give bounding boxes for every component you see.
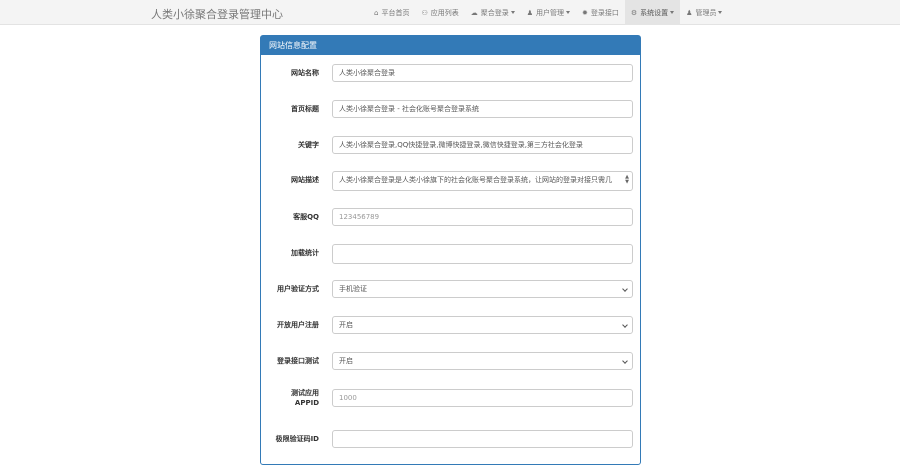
captcha-id-label: 极限验证码ID	[275, 435, 319, 443]
test-appid-input[interactable]: 1000	[332, 389, 633, 407]
chevron-down-icon	[622, 358, 628, 364]
test-appid-label-line1: 测试应用	[291, 389, 319, 397]
form-row-site-name: 网站名称 人类小徐聚合登录	[261, 64, 642, 82]
group-icon: ⚇	[421, 8, 428, 17]
stats-code-textarea[interactable]	[332, 244, 633, 264]
verify-method-label: 用户验证方式	[277, 285, 319, 293]
chevron-down-icon	[622, 322, 628, 328]
form-row-api-test: 登录接口测试 开启	[261, 352, 642, 370]
gear-icon: ✹	[582, 8, 588, 17]
qq-label: 客服QQ	[293, 213, 319, 221]
nav-item-app-list[interactable]: ⚇ 应用列表	[415, 0, 464, 25]
nav-item-login-api[interactable]: ✹ 登录接口	[576, 0, 625, 25]
site-config-panel: 网站信息配置 网站名称 人类小徐聚合登录 首页标题 人类小徐聚合登录 - 社会化…	[260, 35, 641, 465]
form-row-verify-method: 用户验证方式 手机验证	[261, 280, 642, 298]
cloud-icon: ☁	[470, 8, 478, 17]
form-row-qq: 客服QQ 123456789	[261, 208, 642, 226]
nav-item-label: 登录接口	[590, 8, 619, 17]
caret-down-icon	[510, 11, 515, 14]
open-register-select[interactable]: 开启	[332, 316, 633, 334]
api-test-value: 开启	[339, 357, 353, 365]
keywords-label: 关键字	[298, 141, 319, 149]
caret-down-icon	[670, 11, 675, 14]
user-icon: ♟	[686, 8, 693, 17]
description-label: 网站描述	[291, 176, 319, 184]
stats-code-label: 加载统计	[291, 249, 319, 257]
panel-title: 网站信息配置	[261, 36, 640, 55]
nav-item-label: 平台首页	[381, 8, 410, 17]
nav-item-label: 系统设置	[640, 8, 669, 17]
open-register-label: 开放用户注册	[277, 321, 319, 329]
nav-item-home[interactable]: ⌂ 平台首页	[368, 0, 415, 25]
site-name-input[interactable]: 人类小徐聚合登录	[332, 64, 633, 82]
api-test-label: 登录接口测试	[277, 357, 319, 365]
form-row-open-register: 开放用户注册 开启	[261, 316, 642, 334]
nav-item-aggregate-login[interactable]: ☁ 聚合登录	[465, 0, 521, 25]
nav-item-label: 管理员	[695, 8, 717, 17]
verify-method-value: 手机验证	[339, 285, 367, 293]
qq-input[interactable]: 123456789	[332, 208, 633, 226]
open-register-value: 开启	[339, 321, 353, 329]
api-test-select[interactable]: 开启	[332, 352, 633, 370]
home-title-input[interactable]: 人类小徐聚合登录 - 社会化账号聚合登录系统	[332, 100, 633, 118]
home-title-label: 首页标题	[291, 105, 319, 113]
caret-down-icon	[566, 11, 571, 14]
nav-item-label: 应用列表	[430, 8, 459, 17]
form-row-description: 网站描述 人类小徐聚合登录是人类小徐旗下的社会化账号聚合登录系统，让网站的登录对…	[261, 171, 642, 191]
nav-item-admin[interactable]: ♟ 管理员	[680, 0, 728, 25]
verify-method-select[interactable]: 手机验证	[332, 280, 633, 298]
nav-item-label: 用户管理	[536, 8, 565, 17]
nav-item-user-management[interactable]: ♟ 用户管理	[521, 0, 576, 25]
form-row-stats-code: 加载统计	[261, 244, 642, 264]
test-appid-label: 测试应用 APPID	[263, 388, 319, 408]
brand-title[interactable]: 人类小徐聚合登录管理中心	[151, 6, 283, 22]
user-icon: ♟	[526, 8, 534, 17]
nav-item-label: 聚合登录	[480, 8, 509, 17]
cog-icon: ⚙	[630, 8, 638, 17]
site-name-label: 网站名称	[291, 69, 319, 77]
nav-item-system-settings[interactable]: ⚙ 系统设置	[624, 0, 681, 25]
description-textarea[interactable]: 人类小徐聚合登录是人类小徐旗下的社会化账号聚合登录系统，让网站的登录对接只需几 …	[332, 171, 633, 191]
description-text: 人类小徐聚合登录是人类小徐旗下的社会化账号聚合登录系统，让网站的登录对接只需几	[339, 176, 612, 184]
captcha-id-input[interactable]	[332, 430, 633, 448]
chevron-down-icon	[622, 286, 628, 292]
nav-menu: ⌂ 平台首页 ⚇ 应用列表 ☁ 聚合登录 ♟ 用户管理 ✹ 登录接口 ⚙ 系统设…	[368, 0, 728, 25]
form-row-keywords: 关键字 人类小徐聚合登录,QQ快捷登录,微博快捷登录,微信快捷登录,第三方社会化…	[261, 136, 642, 154]
test-appid-label-line2: APPID	[294, 399, 319, 407]
form-row-home-title: 首页标题 人类小徐聚合登录 - 社会化账号聚合登录系统	[261, 100, 642, 118]
form-row-captcha-id: 极限验证码ID	[261, 430, 642, 448]
caret-down-icon	[718, 11, 723, 14]
home-icon: ⌂	[374, 8, 379, 17]
form-row-test-appid: 测试应用 APPID 1000	[261, 389, 642, 407]
keywords-input[interactable]: 人类小徐聚合登录,QQ快捷登录,微博快捷登录,微信快捷登录,第三方社会化登录	[332, 136, 633, 154]
top-navbar: 人类小徐聚合登录管理中心 ⌂ 平台首页 ⚇ 应用列表 ☁ 聚合登录 ♟ 用户管理…	[0, 0, 900, 25]
scroll-arrows-icon[interactable]: ▲ ▼	[625, 175, 629, 185]
